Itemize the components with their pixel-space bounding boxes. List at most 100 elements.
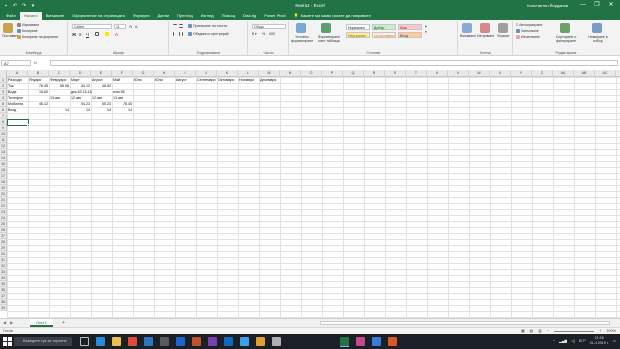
worksheet-grid[interactable]: ABCDEFGHIJKLMNOPQRSTUVWXYZAAABACAD 12345… [0, 70, 620, 318]
word-icon[interactable] [176, 337, 185, 346]
cell[interactable]: Септември [196, 77, 217, 83]
column-header[interactable]: B [28, 70, 49, 77]
customize-qat-icon[interactable]: ▾ [30, 3, 36, 9]
cell[interactable]: Вход [7, 107, 28, 113]
cell[interactable]: Ноември [238, 77, 259, 83]
column-header[interactable]: AC [595, 70, 616, 77]
style-calculation[interactable]: Изчисляване [372, 32, 396, 38]
powerpoint-icon[interactable] [192, 337, 201, 346]
comma-button[interactable]: 000 [269, 32, 275, 36]
language-indicator[interactable]: БГР [579, 339, 586, 343]
column-header[interactable]: W [469, 70, 490, 77]
onenote-icon[interactable] [208, 337, 217, 346]
taskbar-search[interactable]: Въведете тук за търсене [14, 337, 72, 346]
skype-icon[interactable] [240, 337, 249, 346]
fill-color-button[interactable] [105, 32, 109, 36]
save-icon[interactable]: ▪ [3, 3, 9, 9]
volume-icon[interactable]: ◁) [571, 339, 575, 343]
fill-button[interactable]: Запълване [516, 29, 539, 33]
cell[interactable]: Август [175, 77, 196, 83]
paste-icon[interactable] [3, 23, 13, 33]
shrink-font-button[interactable]: A [135, 25, 137, 29]
cell[interactable] [28, 107, 49, 113]
tab-data[interactable]: Данни [154, 12, 174, 20]
style-good[interactable]: Добър [372, 24, 396, 30]
sheet-prev-icon[interactable]: ◀ [3, 320, 6, 325]
cell[interactable]: Юни [133, 77, 154, 83]
app2-icon[interactable] [356, 337, 365, 346]
function-icon[interactable]: fx [34, 60, 37, 66]
select-all-corner[interactable] [0, 70, 7, 77]
tab-diskbg[interactable]: Disk.bg [239, 12, 260, 20]
sheet-tab[interactable]: Лист1 [30, 319, 53, 327]
column-header[interactable]: R [364, 70, 385, 77]
styles-scroll-up[interactable]: ▴ [425, 24, 427, 28]
outlook-icon[interactable] [224, 337, 233, 346]
cell[interactable]: Декември [259, 77, 280, 83]
cell[interactable]: Юли [154, 77, 175, 83]
style-bad[interactable]: Лош [398, 24, 422, 30]
align-center-button[interactable] [179, 32, 183, 36]
borders-button[interactable] [95, 32, 99, 36]
column-header[interactable]: N [280, 70, 301, 77]
minimize-button[interactable]: — [576, 0, 590, 11]
copy-button[interactable]: Копиране [17, 29, 38, 33]
close-button[interactable]: ✕ [604, 0, 618, 11]
name-box[interactable]: A7 [1, 60, 31, 66]
format-as-table-icon[interactable] [321, 23, 331, 33]
find-select-icon[interactable] [592, 23, 602, 33]
delete-cells-icon[interactable] [480, 23, 490, 33]
edge-icon[interactable] [96, 337, 105, 346]
column-header[interactable]: S [385, 70, 406, 77]
column-header[interactable]: M [259, 70, 280, 77]
number-format-select[interactable]: Общи [252, 24, 286, 29]
tab-formulas[interactable]: Формули [129, 12, 154, 20]
cell[interactable]: Май [112, 77, 133, 83]
align-middle-button[interactable] [179, 24, 183, 28]
style-normal[interactable]: Нормален [346, 24, 370, 30]
delete-cells-button[interactable]: Изтриване [477, 34, 494, 38]
styles-scroll-down[interactable]: ▾ [425, 30, 427, 34]
tab-page-layout[interactable]: Оформление на страницата [68, 12, 129, 20]
column-header[interactable]: G [133, 70, 154, 77]
cell[interactable]: 14 [91, 107, 112, 113]
column-header[interactable]: F [112, 70, 133, 77]
wrap-text-button[interactable]: Пренасяне на текста [188, 24, 227, 28]
notifications-icon[interactable]: ▭ [613, 339, 616, 343]
format-as-table-button[interactable]: Форматиране като таблица [316, 35, 342, 43]
sheet-next-icon[interactable]: ▶ [10, 320, 13, 325]
tab-insert[interactable]: Вмъкване [42, 12, 68, 20]
cell[interactable]: Октомври [217, 77, 238, 83]
style-neutral[interactable]: Неутрален [346, 32, 370, 38]
tab-help[interactable]: Помощ [218, 12, 239, 20]
cell[interactable]: 14 [112, 107, 133, 113]
align-top-button[interactable] [173, 24, 177, 28]
column-header[interactable]: Y [511, 70, 532, 77]
conditional-formatting-button[interactable]: Условно форматиране [290, 35, 314, 43]
chevron-up-icon[interactable]: ^ [553, 339, 555, 343]
column-header[interactable]: Q [343, 70, 364, 77]
format-painter-button[interactable]: Копиране на формати [17, 35, 58, 39]
fill-handle[interactable] [27, 124, 30, 127]
font-name-select[interactable]: Calibri [72, 24, 112, 29]
app4-icon[interactable] [388, 337, 397, 346]
clear-button[interactable]: Изчистване [516, 35, 540, 39]
cut-button[interactable]: Изрязване [17, 23, 39, 27]
column-header[interactable]: D [70, 70, 91, 77]
autosum-button[interactable]: Σ Автосумиране [516, 23, 542, 27]
currency-button[interactable]: $ ▾ [252, 32, 257, 36]
conditional-formatting-icon[interactable] [296, 23, 306, 33]
tab-review[interactable]: Преглед [173, 12, 197, 20]
format-cells-button[interactable]: Формат [497, 34, 509, 38]
horizontal-scrollbar[interactable] [320, 321, 610, 325]
column-header[interactable]: X [490, 70, 511, 77]
format-cells-icon[interactable] [498, 23, 508, 33]
redo-icon[interactable]: ↷ [21, 3, 27, 9]
excel-icon[interactable] [340, 337, 349, 346]
column-header[interactable]: AD [616, 70, 620, 77]
active-cell[interactable] [7, 119, 29, 126]
tell-me-box[interactable]: 💡 Кажете ми какво искате да направите [290, 12, 375, 20]
photos-icon[interactable] [256, 337, 265, 346]
formula-input[interactable] [50, 60, 618, 66]
tab-file[interactable]: Файл [2, 12, 20, 20]
